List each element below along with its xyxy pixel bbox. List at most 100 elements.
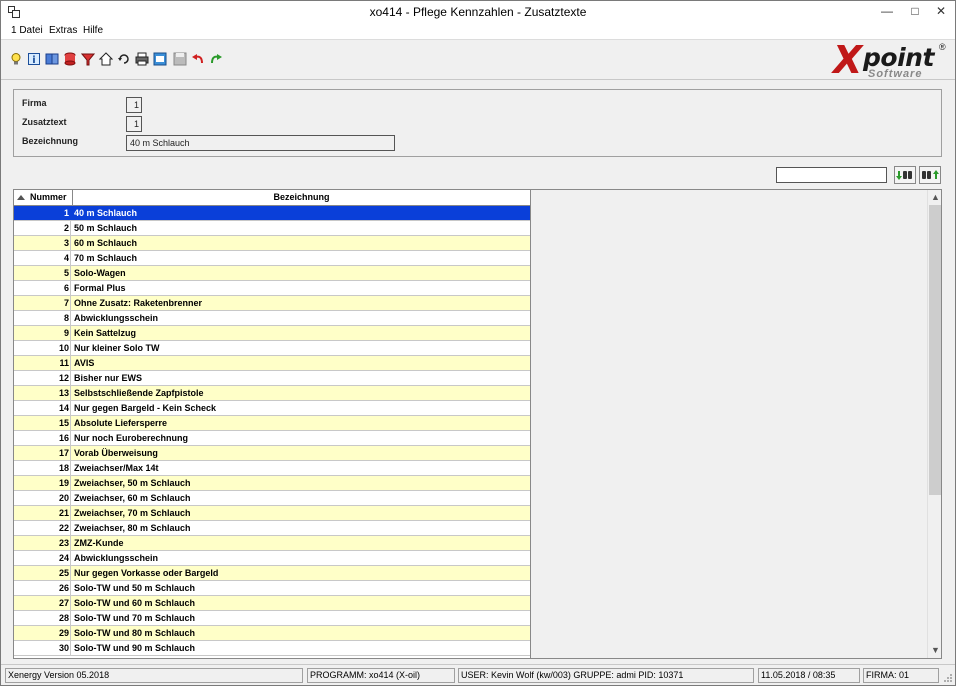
cell-bezeichnung: Solo-TW und 50 m Schlauch: [74, 583, 196, 593]
cell-nummer: 14: [14, 401, 71, 415]
cell-bezeichnung: 60 m Schlauch: [74, 238, 138, 248]
table-row[interactable]: 30 Solo-TW und 90 m Schlauch: [14, 641, 530, 656]
maximize-button[interactable]: □: [901, 1, 929, 23]
vertical-scrollbar[interactable]: ▲ ▼: [927, 190, 941, 658]
table-row[interactable]: 28 Solo-TW und 70 m Schlauch: [14, 611, 530, 626]
menu-extras[interactable]: Extras: [49, 25, 77, 36]
search-input[interactable]: [776, 167, 887, 183]
table-row[interactable]: 23 ZMZ-Kunde: [14, 536, 530, 551]
svg-text:i: i: [32, 55, 35, 66]
menu-bar: 1 Datei Extras Hilfe: [1, 23, 955, 40]
scrollbar-thumb[interactable]: [929, 205, 941, 495]
table-row[interactable]: 1 40 m Schlauch: [14, 206, 530, 221]
menu-datei[interactable]: 1 Datei: [11, 25, 43, 36]
menu-hilfe[interactable]: Hilfe: [83, 25, 103, 36]
database-icon[interactable]: [63, 52, 77, 66]
cell-nummer: 18: [14, 461, 71, 475]
cell-nummer: 4: [14, 251, 71, 265]
table-row[interactable]: 8 Abwicklungsschein: [14, 311, 530, 326]
firma-field[interactable]: 1: [126, 97, 142, 113]
minimize-button[interactable]: —: [873, 1, 901, 23]
status-datetime: 11.05.2018 / 08:35: [758, 668, 860, 683]
cell-bezeichnung: Bisher nur EWS: [74, 373, 143, 383]
table-row[interactable]: 19 Zweiachser, 50 m Schlauch: [14, 476, 530, 491]
table-row[interactable]: 18 Zweiachser/Max 14t: [14, 461, 530, 476]
zusatztext-field[interactable]: 1: [126, 116, 142, 132]
home-icon[interactable]: [99, 52, 113, 66]
undo-icon[interactable]: [191, 52, 205, 66]
cell-nummer: 2: [14, 221, 71, 235]
table-row[interactable]: 10 Nur kleiner Solo TW: [14, 341, 530, 356]
table-row[interactable]: 13 Selbstschließende Zapfpistole: [14, 386, 530, 401]
cell-nummer: 21: [14, 506, 71, 520]
cell-bezeichnung: Selbstschließende Zapfpistole: [74, 388, 204, 398]
cell-bezeichnung: Zweiachser/Max 14t: [74, 463, 159, 473]
scroll-down-icon[interactable]: ▼: [928, 643, 941, 658]
column-header-nummer[interactable]: Nummer: [14, 190, 73, 206]
resize-grip-icon[interactable]: [943, 673, 953, 683]
table-row[interactable]: 17 Vorab Überweisung: [14, 446, 530, 461]
table-row[interactable]: 22 Zweiachser, 80 m Schlauch: [14, 521, 530, 536]
cell-nummer: 28: [14, 611, 71, 625]
table-row[interactable]: 26 Solo-TW und 50 m Schlauch: [14, 581, 530, 596]
cell-nummer: 1: [14, 206, 71, 220]
cell-nummer: 25: [14, 566, 71, 580]
table-row[interactable]: 21 Zweiachser, 70 m Schlauch: [14, 506, 530, 521]
table-row[interactable]: 16 Nur noch Euroberechnung: [14, 431, 530, 446]
table-row[interactable]: 14 Nur gegen Bargeld - Kein Scheck: [14, 401, 530, 416]
xpoint-logo: X point ® Software: [833, 38, 947, 82]
cell-nummer: 9: [14, 326, 71, 340]
table-row[interactable]: 27 Solo-TW und 60 m Schlauch: [14, 596, 530, 611]
cell-nummer: 15: [14, 416, 71, 430]
column-header-bezeichnung[interactable]: Bezeichnung: [73, 190, 531, 206]
app-window: xo414 - Pflege Kennzahlen - Zusatztexte …: [0, 0, 956, 686]
close-button[interactable]: ✕: [927, 1, 955, 23]
window-title: xo414 - Pflege Kennzahlen - Zusatztexte: [369, 5, 587, 19]
table-row[interactable]: 24 Abwicklungsschein: [14, 551, 530, 566]
cell-bezeichnung: Solo-TW und 60 m Schlauch: [74, 598, 196, 608]
print-icon[interactable]: [135, 52, 149, 66]
table-row[interactable]: 5 Solo-Wagen: [14, 266, 530, 281]
cell-nummer: 13: [14, 386, 71, 400]
table-row[interactable]: 6 Formal Plus: [14, 281, 530, 296]
logo-registered: ®: [939, 42, 946, 52]
binoculars-down-icon: [896, 171, 912, 180]
table-row[interactable]: 12 Bisher nur EWS: [14, 371, 530, 386]
export-icon[interactable]: [153, 52, 167, 66]
book-icon[interactable]: [45, 52, 59, 66]
table-row[interactable]: 4 70 m Schlauch: [14, 251, 530, 266]
table-row[interactable]: 25 Nur gegen Vorkasse oder Bargeld: [14, 566, 530, 581]
table-row[interactable]: 7 Ohne Zusatz: Raketenbrenner: [14, 296, 530, 311]
sort-ascending-icon: [17, 195, 25, 200]
table-row[interactable]: 9 Kein Sattelzug: [14, 326, 530, 341]
refresh-icon[interactable]: [117, 52, 131, 66]
table-row[interactable]: 20 Zweiachser, 60 m Schlauch: [14, 491, 530, 506]
search-down-button[interactable]: [894, 166, 916, 184]
firma-label: Firma: [22, 98, 47, 108]
table-row[interactable]: 3 60 m Schlauch: [14, 236, 530, 251]
cell-bezeichnung: Abwicklungsschein: [74, 553, 159, 563]
logo-x: X: [833, 38, 863, 82]
cell-nummer: 17: [14, 446, 71, 460]
cell-nummer: 10: [14, 341, 71, 355]
bezeichnung-field[interactable]: 40 m Schlauch: [126, 135, 395, 151]
cell-nummer: 16: [14, 431, 71, 445]
redo-icon[interactable]: [209, 52, 223, 66]
cell-bezeichnung: Solo-TW und 90 m Schlauch: [74, 643, 196, 653]
table-row[interactable]: 2 50 m Schlauch: [14, 221, 530, 236]
cell-nummer: 22: [14, 521, 71, 535]
table-row[interactable]: 11 AVIS: [14, 356, 530, 371]
cell-nummer: 30: [14, 641, 71, 655]
save-icon[interactable]: [173, 52, 187, 66]
cell-nummer: 11: [14, 356, 71, 370]
lightbulb-icon[interactable]: [9, 52, 23, 66]
cell-nummer: 5: [14, 266, 71, 280]
search-up-button[interactable]: [919, 166, 941, 184]
cell-bezeichnung: 70 m Schlauch: [74, 253, 138, 263]
table-row[interactable]: 29 Solo-TW und 80 m Schlauch: [14, 626, 530, 641]
scroll-up-icon[interactable]: ▲: [928, 190, 941, 205]
cell-nummer: 27: [14, 596, 71, 610]
table-row[interactable]: 15 Absolute Liefersperre: [14, 416, 530, 431]
filter-icon[interactable]: [81, 52, 95, 66]
info-book-icon[interactable]: i: [27, 52, 41, 66]
